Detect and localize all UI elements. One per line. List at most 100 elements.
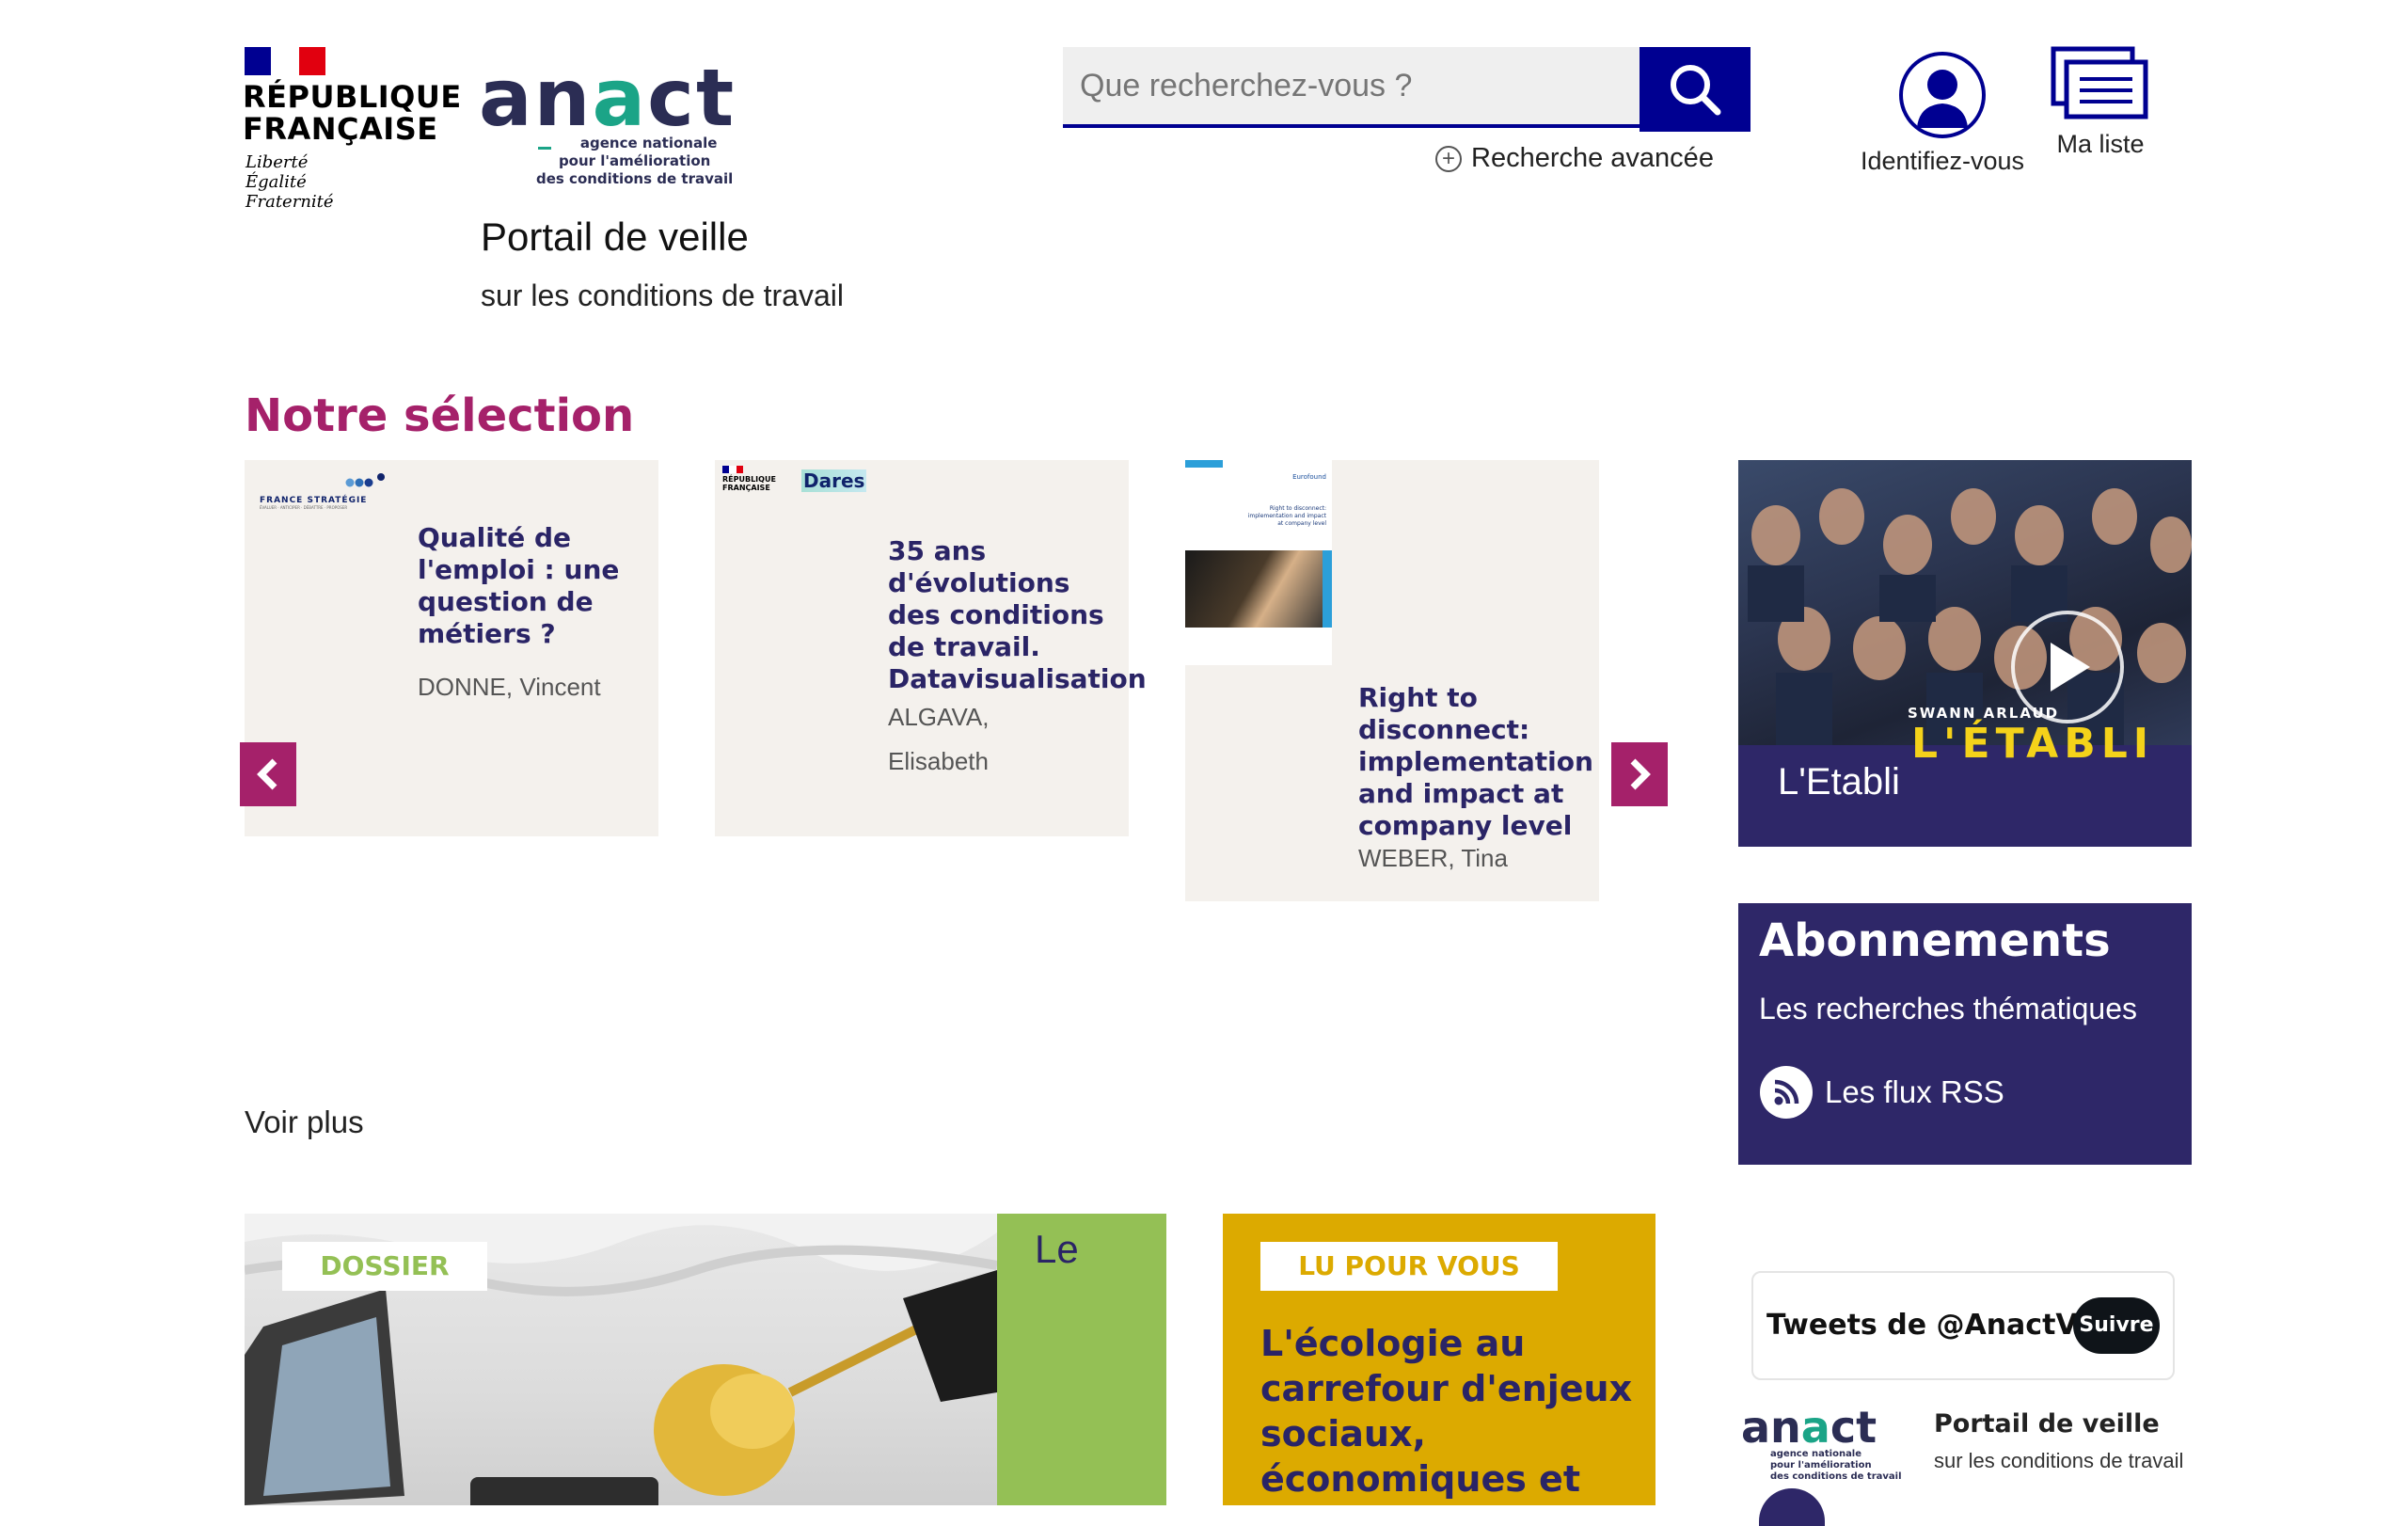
anact-logo-subtitle: agence nationale pour l'amélioration des… [536,135,733,188]
card-title-line: des conditions [888,599,1104,630]
advanced-search-link[interactable]: + Recherche avancée [1435,143,1714,174]
twitter-widget-header: Tweets de @AnactVeille Suivre [1751,1271,2175,1380]
card-title[interactable]: Right to disconnect: implementation and … [1358,682,1593,842]
republique-francaise-motto: Liberté Égalité Fraternité [246,152,334,212]
twitter-avatar [1759,1488,1825,1526]
card-title-line: Datavisualisation [888,663,1147,694]
card-author-line: Elisabeth [888,747,989,775]
rf-mini-flag-icon [722,466,743,473]
login-button[interactable]: Identifiez-vous [1853,51,2032,176]
card-author: ALGAVA, Elisabeth [888,695,989,784]
dossier-title[interactable]: Le [1035,1227,1079,1272]
plus-circle-icon: + [1435,145,1462,172]
rss-feeds-label: Les flux RSS [1825,1074,2004,1109]
card-author-line: ALGAVA, [888,703,990,731]
login-label: Identifiez-vous [1860,147,2025,175]
tw-anact-sub-line3: des conditions de travail [1770,1471,1902,1482]
anact-sub-line2: pour l'amélioration [558,152,711,169]
tw-anact-part1: an [1741,1402,1801,1453]
video-overlay-title: L'ÉTABLI [1911,720,2155,768]
play-icon [2051,643,2090,691]
rf-title-line1: RÉPUBLIQUE [243,79,462,115]
video-card[interactable]: SWANN ARLAUD L'ÉTABLI L'Etabli [1738,460,2192,847]
selection-card[interactable]: FRANCE STRATÉGIE ÉVALUER · ANTICIPER · D… [245,460,658,836]
lu-pour-vous-tag: LU POUR VOUS [1260,1242,1558,1291]
publisher-name: FRANCE STRATÉGIE [260,496,368,505]
subscriptions-title: Abonnements [1759,914,2111,967]
republique-francaise-flag-icon [245,47,325,75]
republique-francaise-title: RÉPUBLIQUE FRANÇAISE [243,81,462,145]
cover-line: implementation and impact [1247,513,1326,519]
eurofound-cover-thumbnail: Eurofound Right to disconnect: implement… [1185,460,1332,665]
card-title-line: Qualité de [418,522,571,553]
portal-title: Portail de veille [481,215,749,259]
video-thumbnail: SWANN ARLAUD L'ÉTABLI [1738,460,2192,765]
tw-anact-sub-line2: pour l'amélioration [1770,1460,1872,1470]
selection-card[interactable]: RÉPUBLIQUE FRANÇAISE Dares 35 ans d'évol… [715,460,1147,836]
card-title-line: implementation [1358,746,1593,777]
portal-subtitle: sur les conditions de travail [481,278,844,312]
advanced-search-label: Recherche avancée [1471,143,1714,173]
card-author: DONNE, Vincent [418,673,601,701]
eurofound-name: Eurofound [1292,473,1326,481]
france-strategie-logo: FRANCE STRATÉGIE ÉVALUER · ANTICIPER · D… [260,469,391,510]
twitter-anact-subtitle: agence nationale pour l'amélioration des… [1770,1449,1902,1483]
anact-logo-part2: ct [647,52,737,144]
card-title-line: d'évolutions [888,567,1070,598]
carousel-next-button[interactable] [1611,742,1668,806]
carousel-prev-button[interactable] [240,742,296,806]
rss-feeds-link[interactable]: Les flux RSS [1759,1065,2004,1120]
list-icon [2051,46,2148,119]
dossier-text-panel: Le [997,1214,1166,1505]
anact-logo[interactable]: anact [479,58,736,137]
tw-anact-sub-line1: agence nationale [1770,1449,1862,1459]
my-list-button[interactable]: Ma liste [2045,45,2156,159]
search-field[interactable] [1063,47,1640,128]
lu-pour-vous-title[interactable]: L'écologie au carrefour d'enjeux sociaux… [1260,1321,1637,1502]
dossier-tag: DOSSIER [282,1242,487,1291]
search-icon [1671,65,1721,116]
search-button[interactable] [1640,47,1751,132]
france-strategie-dots-icon [345,473,385,487]
rf-title-line2: FRANÇAISE [243,111,438,147]
tw-anact-part2: ct [1830,1402,1877,1453]
cover-photo [1185,550,1332,628]
video-title: L'Etabli [1778,761,1900,803]
anact-logo-part1: an [479,52,593,144]
voir-plus-link[interactable]: Voir plus [245,1105,364,1140]
user-icon [1899,52,1986,138]
follow-button[interactable]: Suivre [2073,1297,2160,1354]
anact-logo-accent: a [592,52,648,144]
card-title[interactable]: 35 ans d'évolutions des conditions de tr… [888,535,1147,695]
card-title-line: disconnect: [1358,714,1530,745]
search-input[interactable] [1063,66,1627,105]
twitter-anact-logo: anact [1741,1402,1877,1453]
dossier-card[interactable]: Le DOSSIER [245,1214,1166,1505]
dares-logo: RÉPUBLIQUE FRANÇAISE Dares [722,466,867,513]
thematic-searches-link[interactable]: Les recherches thématiques [1759,992,2137,1026]
card-title-line: Right to [1358,682,1478,713]
eurofound-cover-title: Right to disconnect: implementation and … [1223,505,1326,528]
dares-name: Dares [801,469,867,492]
twitter-portal-title: Portail de veille [1934,1409,2160,1439]
card-author: WEBER, Tina [1358,844,1508,872]
anact-sub-line1: agence nationale [579,135,718,151]
tw-anact-accent: a [1800,1402,1830,1453]
card-title-line: l'emploi : une [418,554,620,585]
my-list-label: Ma liste [2056,130,2145,158]
video-crowd-illustration [1748,488,2192,745]
cover-line: at company level [1277,520,1326,527]
subscriptions-box: Abonnements Les recherches thématiques L… [1738,903,2192,1165]
card-title[interactable]: Qualité de l'emploi : une question de mé… [418,522,643,650]
card-title-line: de travail. [888,631,1040,662]
motto-egalite: Égalité [246,172,307,192]
card-title-line: question de [418,586,594,617]
motto-fraternite: Fraternité [246,192,334,212]
selection-card[interactable]: Eurofound Right to disconnect: implement… [1185,460,1599,901]
selection-title: Notre sélection [245,389,635,442]
twitter-portal-subtitle: sur les conditions de travail [1934,1449,2184,1472]
motto-liberte: Liberté [246,152,309,172]
card-title-line: métiers ? [418,618,556,649]
chevron-left-icon [257,758,277,790]
lu-pour-vous-card[interactable]: LU POUR VOUS L'écologie au carrefour d'e… [1223,1214,1656,1505]
